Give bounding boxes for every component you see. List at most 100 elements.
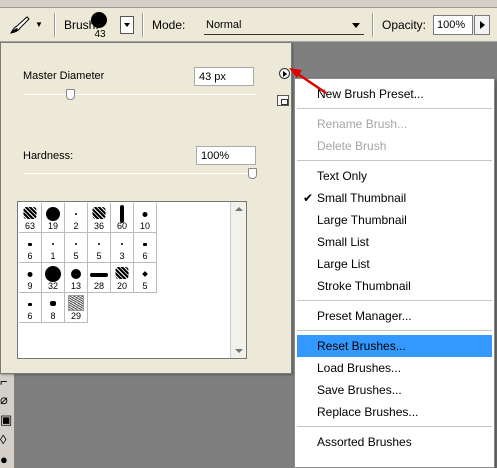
brush-preset[interactable]: 2 xyxy=(65,203,88,233)
menu-item-large-thumbnail[interactable]: Large Thumbnail xyxy=(297,209,492,231)
tool-preset-dropdown-icon[interactable]: ▼ xyxy=(35,20,43,29)
menu-item-label: Rename Brush... xyxy=(317,117,408,131)
scroll-down-icon[interactable] xyxy=(235,349,243,353)
menu-item-reset-brushes[interactable]: Reset Brushes... xyxy=(297,335,492,357)
brush-preset-size: 5 xyxy=(96,251,102,261)
menu-strip xyxy=(0,0,497,8)
brush-preset[interactable]: 1 xyxy=(42,233,65,263)
menu-item-replace-brushes[interactable]: Replace Brushes... xyxy=(297,401,492,423)
menu-item-large-list[interactable]: Large List xyxy=(297,253,492,275)
separator xyxy=(54,13,56,37)
menu-item-label: Small Thumbnail xyxy=(317,191,407,205)
brush-tip-icon xyxy=(75,243,77,245)
brush-tool-icon[interactable] xyxy=(8,14,32,36)
brush-picker-panel: Master Diameter 43 px Hardness: 100% 63 1… xyxy=(0,42,292,374)
mode-select[interactable]: Normal xyxy=(204,16,364,35)
master-diameter-input[interactable]: 43 px xyxy=(194,67,254,86)
brush-preset[interactable]: 8 xyxy=(42,293,65,323)
brush-tip-icon xyxy=(68,295,84,311)
brush-preview[interactable]: 43 xyxy=(83,12,117,40)
menu-item-label: Preset Manager... xyxy=(317,309,412,323)
brush-preset[interactable]: 5 xyxy=(134,263,157,293)
menu-item-label: Delete Brush xyxy=(317,139,387,153)
master-diameter-slider[interactable] xyxy=(23,88,257,102)
eraser-icon[interactable]: ⌀ xyxy=(0,392,12,408)
brush-preset[interactable]: 3 xyxy=(111,233,134,263)
smudge-icon[interactable]: ⌐ xyxy=(0,374,12,390)
chevron-down-icon xyxy=(352,23,360,28)
brush-preset[interactable]: 13 xyxy=(65,263,88,293)
menu-item-text-only[interactable]: Text Only xyxy=(297,165,492,187)
brush-preset[interactable]: 6 xyxy=(134,233,157,263)
brush-tip-icon xyxy=(75,213,77,215)
menu-item-new-brush-preset[interactable]: New Brush Preset... xyxy=(297,83,492,105)
brush-preset[interactable]: 28 xyxy=(88,263,111,293)
brush-preset-size: 32 xyxy=(47,281,58,291)
menu-item-save-brushes[interactable]: Save Brushes... xyxy=(297,379,492,401)
slider-thumb[interactable] xyxy=(65,89,75,100)
menu-item-label: Small List xyxy=(317,235,370,249)
brush-preset[interactable]: 36 xyxy=(88,203,111,233)
brush-preset[interactable]: 19 xyxy=(42,203,65,233)
flyout-menu-icon[interactable] xyxy=(279,68,290,79)
mode-label: Mode: xyxy=(152,18,186,32)
tools-panel: ⌐ ⌀ ▣ ◊ ● xyxy=(0,372,14,468)
brush-tip-icon xyxy=(28,303,32,306)
brush-preset-size: 28 xyxy=(93,281,104,291)
brush-preset[interactable]: 20 xyxy=(111,263,134,293)
opacity-slider-button[interactable] xyxy=(474,15,490,35)
brush-tip-icon xyxy=(115,267,129,279)
mode-value: Normal xyxy=(206,19,242,31)
brush-preset-size: 1 xyxy=(50,251,56,261)
brush-preset-size: 60 xyxy=(116,221,127,231)
menu-item-assorted-brushes[interactable]: Assorted Brushes xyxy=(297,431,492,453)
brush-preset-size: 6 xyxy=(27,311,33,321)
brush-tip-icon xyxy=(28,243,32,246)
menu-item-small-thumbnail[interactable]: ✔ Small Thumbnail xyxy=(297,187,492,209)
brush-tip-icon xyxy=(142,271,148,277)
menu-item-small-list[interactable]: Small List xyxy=(297,231,492,253)
brush-tip-icon xyxy=(98,243,100,245)
menu-item-label: Reset Brushes... xyxy=(317,339,406,353)
dodge-icon[interactable]: ● xyxy=(0,452,12,468)
menu-separator xyxy=(297,426,492,427)
menu-separator xyxy=(297,160,492,161)
new-preset-icon[interactable] xyxy=(277,95,289,106)
brush-preset[interactable]: 10 xyxy=(134,203,157,233)
preset-scrollbar[interactable] xyxy=(230,202,246,358)
brush-tip-icon xyxy=(121,243,123,245)
brush-preset[interactable]: 32 xyxy=(42,263,65,293)
brush-picker-dropdown[interactable] xyxy=(120,16,134,34)
opacity-input[interactable]: 100% xyxy=(433,15,473,35)
brush-preset[interactable]: 29 xyxy=(65,293,88,323)
checkmark-icon: ✔ xyxy=(303,191,314,205)
brush-preset[interactable]: 63 xyxy=(19,203,42,233)
hardness-input[interactable]: 100% xyxy=(196,146,256,165)
brush-preset[interactable]: 6 xyxy=(19,233,42,263)
brush-tip-icon xyxy=(142,212,148,217)
brush-preset[interactable]: 5 xyxy=(88,233,111,263)
brush-panel-menu: New Brush Preset... Rename Brush... Delete… xyxy=(294,78,495,468)
slider-track xyxy=(23,173,257,174)
menu-item-stroke-thumbnail[interactable]: Stroke Thumbnail xyxy=(297,275,492,297)
brush-tip-icon xyxy=(90,273,108,277)
brush-preset-size: 6 xyxy=(27,251,33,261)
menu-item-preset-manager[interactable]: Preset Manager... xyxy=(297,305,492,327)
hardness-slider[interactable] xyxy=(23,167,257,181)
brush-preset-size: 8 xyxy=(50,311,56,321)
menu-item-delete-brush: Delete Brush xyxy=(297,135,492,157)
brush-tip-icon xyxy=(91,12,107,28)
brush-preset-grid: 63 19 2 36 60 10 6 1 5 5 3 6 9 32 13 28 20 5 6 8 29 xyxy=(17,201,247,359)
brush-tip-icon xyxy=(143,243,147,246)
gradient-icon[interactable]: ▣ xyxy=(0,412,12,428)
brush-preset[interactable]: 9 xyxy=(19,263,42,293)
brush-preset[interactable]: 60 xyxy=(111,203,134,233)
scroll-up-icon[interactable] xyxy=(235,207,243,211)
brush-preset[interactable]: 6 xyxy=(19,293,42,323)
slider-thumb[interactable] xyxy=(248,168,257,179)
brush-preset[interactable]: 5 xyxy=(65,233,88,263)
slider-track xyxy=(23,94,257,95)
blur-icon[interactable]: ◊ xyxy=(0,432,12,448)
menu-item-load-brushes[interactable]: Load Brushes... xyxy=(297,357,492,379)
brush-preset-size: 10 xyxy=(139,221,150,231)
